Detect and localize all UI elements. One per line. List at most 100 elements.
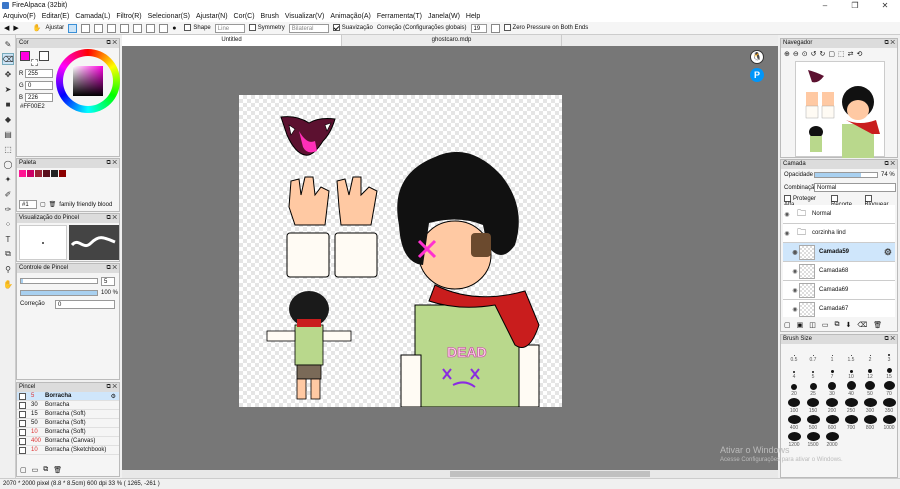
scrollbar-thumb[interactable] [450,471,650,477]
menu-ajustar[interactable]: Ajustar(N) [196,13,228,20]
g-field[interactable]: 0 [25,81,53,90]
brush-size-preset[interactable]: 7 [823,364,841,380]
brush-item[interactable]: 50 Borracha (Soft) [17,419,119,428]
transparent-color-swatch[interactable] [31,59,38,66]
menu-ferramenta[interactable]: Ferramenta(T) [377,13,422,20]
clear-layer-icon[interactable]: ⌫ [857,321,867,329]
new-8bit-layer-icon[interactable]: ▣ [797,321,804,329]
brush-folder-icon[interactable]: ▭ [32,466,39,474]
palette-swatch[interactable] [27,170,34,177]
brush-size-preset[interactable]: 1000 [880,415,898,431]
panel-close-icon[interactable]: ⧉ ✕ [884,39,895,48]
brush-checkbox[interactable] [19,446,26,454]
reset-icon[interactable]: ⟲ [857,50,863,58]
add-palette-icon[interactable]: ▢ [40,201,46,208]
brush-size-preset[interactable]: 500 [804,415,822,431]
hex-value[interactable]: #FF00E2 [20,104,45,110]
brush-checkbox[interactable] [19,410,26,418]
visibility-eye-icon[interactable]: ◉ [791,268,799,275]
layer-row[interactable]: ◉ Camada59 ⚙ [783,243,895,262]
brush-size-value[interactable]: 5 [101,277,115,286]
panel-close-icon[interactable]: ⧉ ✕ [106,383,117,392]
layer-row[interactable]: ◉ 🗀 Normal [783,205,895,224]
brush-size-preset[interactable]: 40 [842,381,860,397]
suavizacao-toggle[interactable]: Suavização [332,24,373,32]
tab-ghostcaro[interactable]: ghostcaro.mdp [342,35,562,46]
zoom-in-icon[interactable]: ⊕ [784,50,790,58]
brush-size-preset[interactable]: 30 [823,381,841,397]
brush-size-preset[interactable]: 2000 [823,432,841,448]
menu-help[interactable]: Help [466,13,480,20]
brush-size-preset[interactable]: 200 [823,398,841,414]
layer-row[interactable]: ◉ 🗀 corzinha lind [783,224,895,243]
brush-item[interactable]: 30 Borracha [17,401,119,410]
duplicate-brush-icon[interactable]: ⧉ [43,466,48,474]
merge-down-icon[interactable]: ⬇ [846,321,852,329]
select-tool-icon[interactable]: ⬚ [2,143,14,155]
visibility-eye-icon[interactable]: ◉ [783,211,791,218]
brush-checkbox[interactable] [19,428,26,436]
minimize-button[interactable]: – [810,0,840,11]
menu-camada[interactable]: Camada(L) [75,13,110,20]
eraser-tool-icon[interactable]: ⌫ [2,53,14,65]
palette-swatch[interactable] [19,170,26,177]
menu-arquivo[interactable]: Arquivo(F) [3,13,36,20]
correction-select[interactable]: 0 [55,300,115,309]
brush-size-preset[interactable]: 70 [880,381,898,397]
brush-size-preset[interactable]: 10 [842,364,860,380]
snap-settings-icon[interactable] [159,23,169,33]
prev-arrow-icon[interactable]: ◀ [4,24,9,32]
navigator-thumbnail[interactable] [795,61,885,158]
lock-checkbox[interactable] [864,195,872,202]
brush-item[interactable]: 15 Borracha (Soft) [17,410,119,419]
hand-icon[interactable]: ✋ [33,24,42,32]
clipping-checkbox[interactable] [830,195,838,202]
hand-tool-icon[interactable]: ✋ [2,278,14,290]
panel-close-icon[interactable]: ⧉ ✕ [106,214,117,223]
select-move-icon[interactable]: ➤ [2,83,14,95]
delete-palette-icon[interactable]: 🗑 [49,201,57,208]
brush-size-slider[interactable] [20,278,98,284]
palette-select[interactable]: #1 [19,200,37,209]
pen-tool-icon[interactable]: ✎ [2,38,14,50]
close-button[interactable]: ✕ [870,0,900,11]
layer-row[interactable]: ◉ Camada68 [783,262,895,281]
brush-size-preset[interactable]: 1 [823,347,841,363]
visibility-eye-icon[interactable]: ◉ [783,230,791,237]
snap-vanish-icon[interactable] [146,23,156,33]
eyedropper-icon[interactable]: ⚲ [2,263,14,275]
symmetry-toggle[interactable]: Symmetry [248,24,285,32]
brush-size-preset[interactable]: 0.7 [804,347,822,363]
visibility-eye-icon[interactable]: ◉ [791,287,799,294]
visibility-eye-icon[interactable]: ◉ [791,306,799,313]
brush-size-preset[interactable]: 50 [861,381,879,397]
select-pen-icon[interactable]: ✐ [2,188,14,200]
magic-wand-icon[interactable]: ✦ [2,173,14,185]
brush-checkbox[interactable] [19,419,26,427]
actual-size-icon[interactable]: ▢ [828,50,835,58]
brush-size-preset[interactable]: 20 [785,381,803,397]
drawing-canvas[interactable]: DEAD [239,95,562,408]
menu-brush[interactable]: Brush [261,13,279,20]
brush-size-preset[interactable]: 150 [804,398,822,414]
new-1bit-layer-icon[interactable]: ◫ [809,321,816,329]
brush-size-preset[interactable]: 0.5 [785,347,803,363]
menu-filtro[interactable]: Filtro(R) [116,13,141,20]
layer-settings-icon[interactable]: ⚙ [884,247,892,258]
brush-size-preset[interactable]: 100 [785,398,803,414]
brush-size-preset[interactable]: 25 [804,381,822,397]
snap-off-icon[interactable] [68,23,78,33]
brush-size-preset[interactable]: 1500 [804,432,822,448]
snap-radial-icon[interactable] [107,23,117,33]
r-field[interactable]: 255 [25,69,53,78]
zoom-fit-icon[interactable]: ⊙ [802,50,808,58]
duplicate-layer-icon[interactable]: ⧉ [835,321,840,329]
layer-row[interactable]: ◉ Camada69 [783,281,895,300]
blend-select[interactable]: Normal [814,183,896,192]
brush-size-preset[interactable]: 4 [785,364,803,380]
panel-close-icon[interactable]: ⧉ ✕ [106,159,117,168]
new-layer-icon[interactable]: ▢ [784,321,791,329]
gradient-tool-icon[interactable]: ▤ [2,128,14,140]
penguin-icon[interactable]: 🐧 [750,50,764,64]
snap-curve-icon[interactable] [133,23,143,33]
